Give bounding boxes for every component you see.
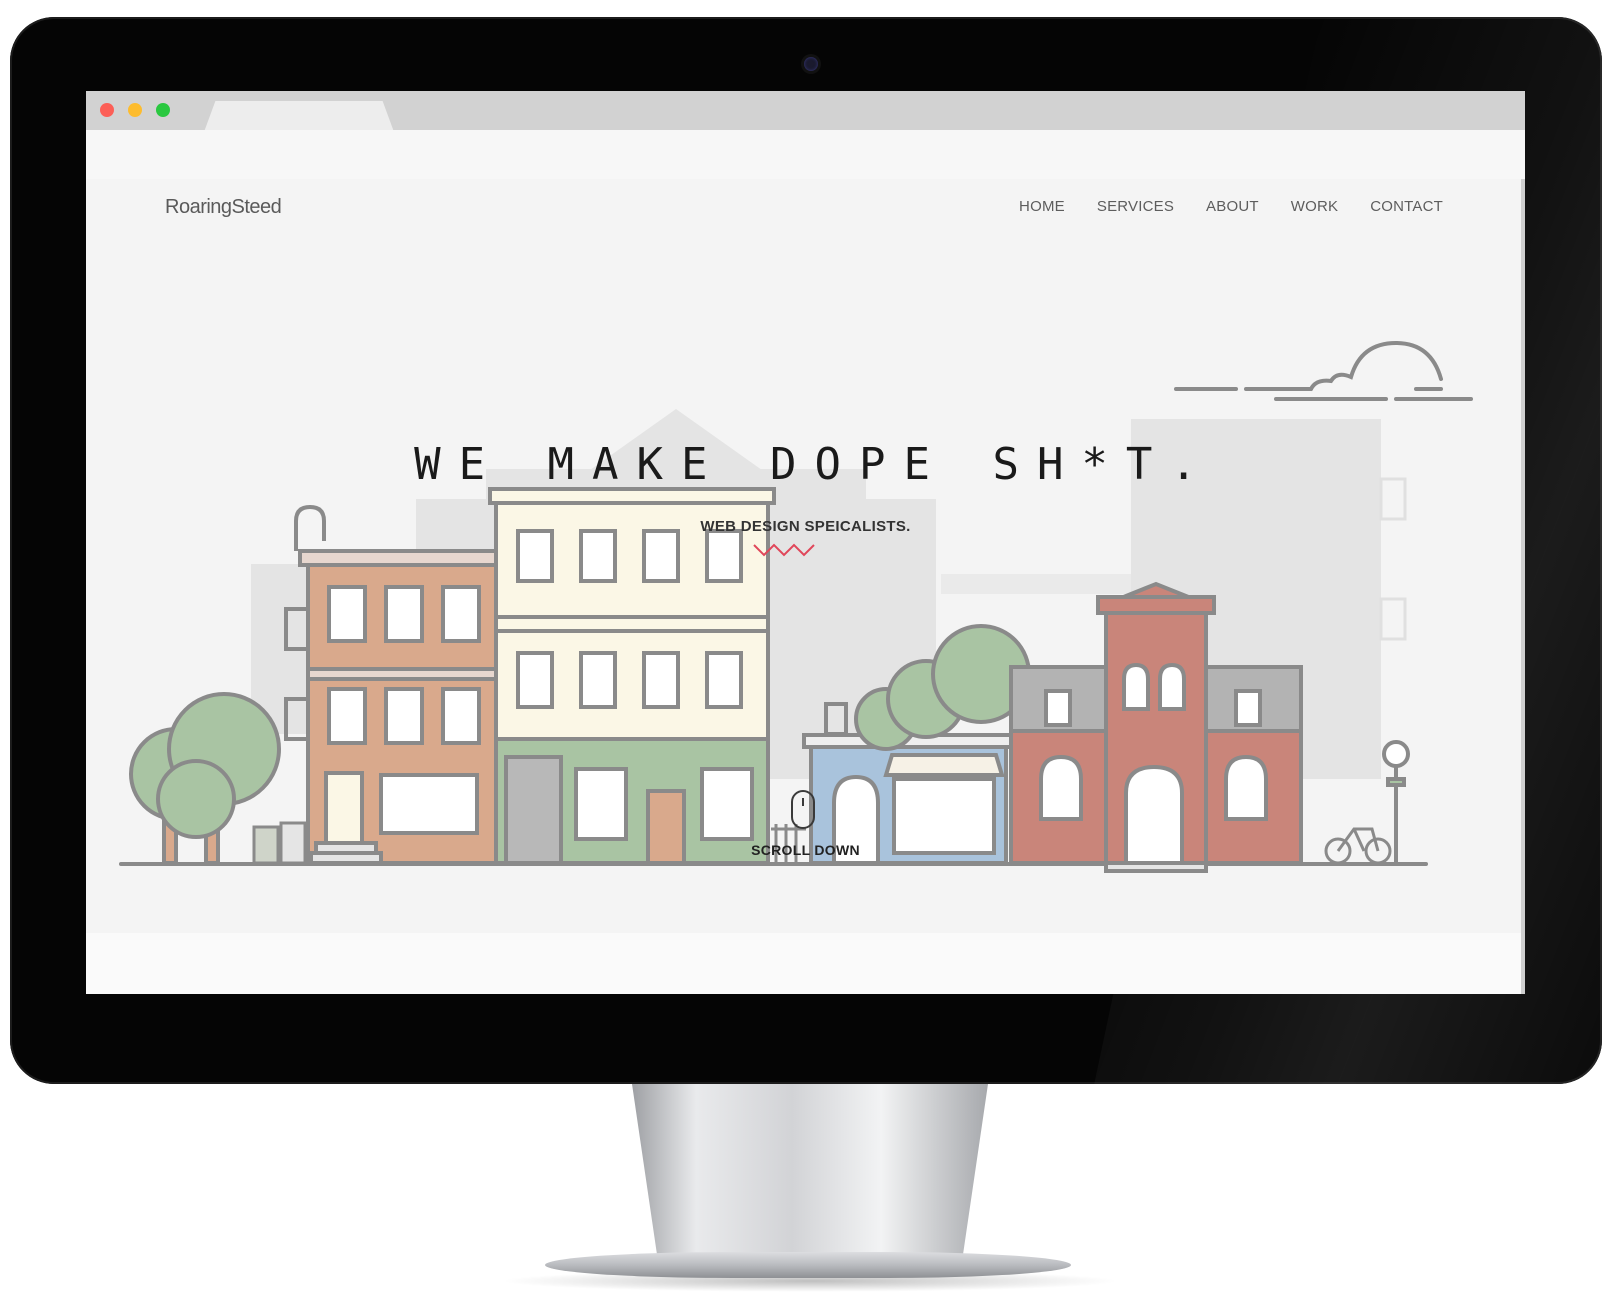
site-logo[interactable]: RoaringSteed bbox=[165, 196, 282, 219]
web-page: RoaringSteed HOME SERVICES ABOUT WORK CO… bbox=[86, 179, 1525, 994]
browser-window: RoaringSteed HOME SERVICES ABOUT WORK CO… bbox=[86, 91, 1525, 994]
scroll-down-label[interactable]: SCROLL DOWN bbox=[86, 842, 1525, 858]
browser-tab[interactable] bbox=[204, 101, 394, 132]
nav-about[interactable]: ABOUT bbox=[1206, 198, 1259, 215]
close-window-button[interactable] bbox=[100, 103, 114, 117]
browser-titlebar bbox=[86, 91, 1525, 132]
main-nav: HOME SERVICES ABOUT WORK CONTACT bbox=[1019, 198, 1443, 215]
nav-contact[interactable]: CONTACT bbox=[1370, 198, 1443, 215]
webcam-icon bbox=[804, 57, 818, 71]
city-street-illustration bbox=[119, 340, 1473, 873]
mouse-wheel bbox=[802, 798, 804, 806]
monitor-stand-base bbox=[545, 1252, 1071, 1278]
page-scrollbar[interactable] bbox=[1521, 179, 1525, 994]
orange-building bbox=[284, 504, 508, 865]
nav-work[interactable]: WORK bbox=[1291, 198, 1338, 215]
nav-home[interactable]: HOME bbox=[1019, 198, 1065, 215]
hero-title: WE MAKE DOPE SH*T. bbox=[414, 439, 1215, 490]
page-bottom-section bbox=[86, 933, 1525, 994]
maximize-window-button[interactable] bbox=[156, 103, 170, 117]
monitor-stand bbox=[632, 1084, 988, 1254]
mouse-icon[interactable] bbox=[791, 790, 815, 829]
nav-services[interactable]: SERVICES bbox=[1097, 198, 1174, 215]
cloud bbox=[1174, 340, 1473, 401]
zigzag-divider-icon bbox=[753, 543, 815, 557]
cream-building bbox=[488, 487, 776, 865]
minimize-window-button[interactable] bbox=[128, 103, 142, 117]
hero-subtitle: WEB DESIGN SPEICALISTS. bbox=[700, 518, 911, 535]
browser-toolbar bbox=[86, 130, 1525, 180]
